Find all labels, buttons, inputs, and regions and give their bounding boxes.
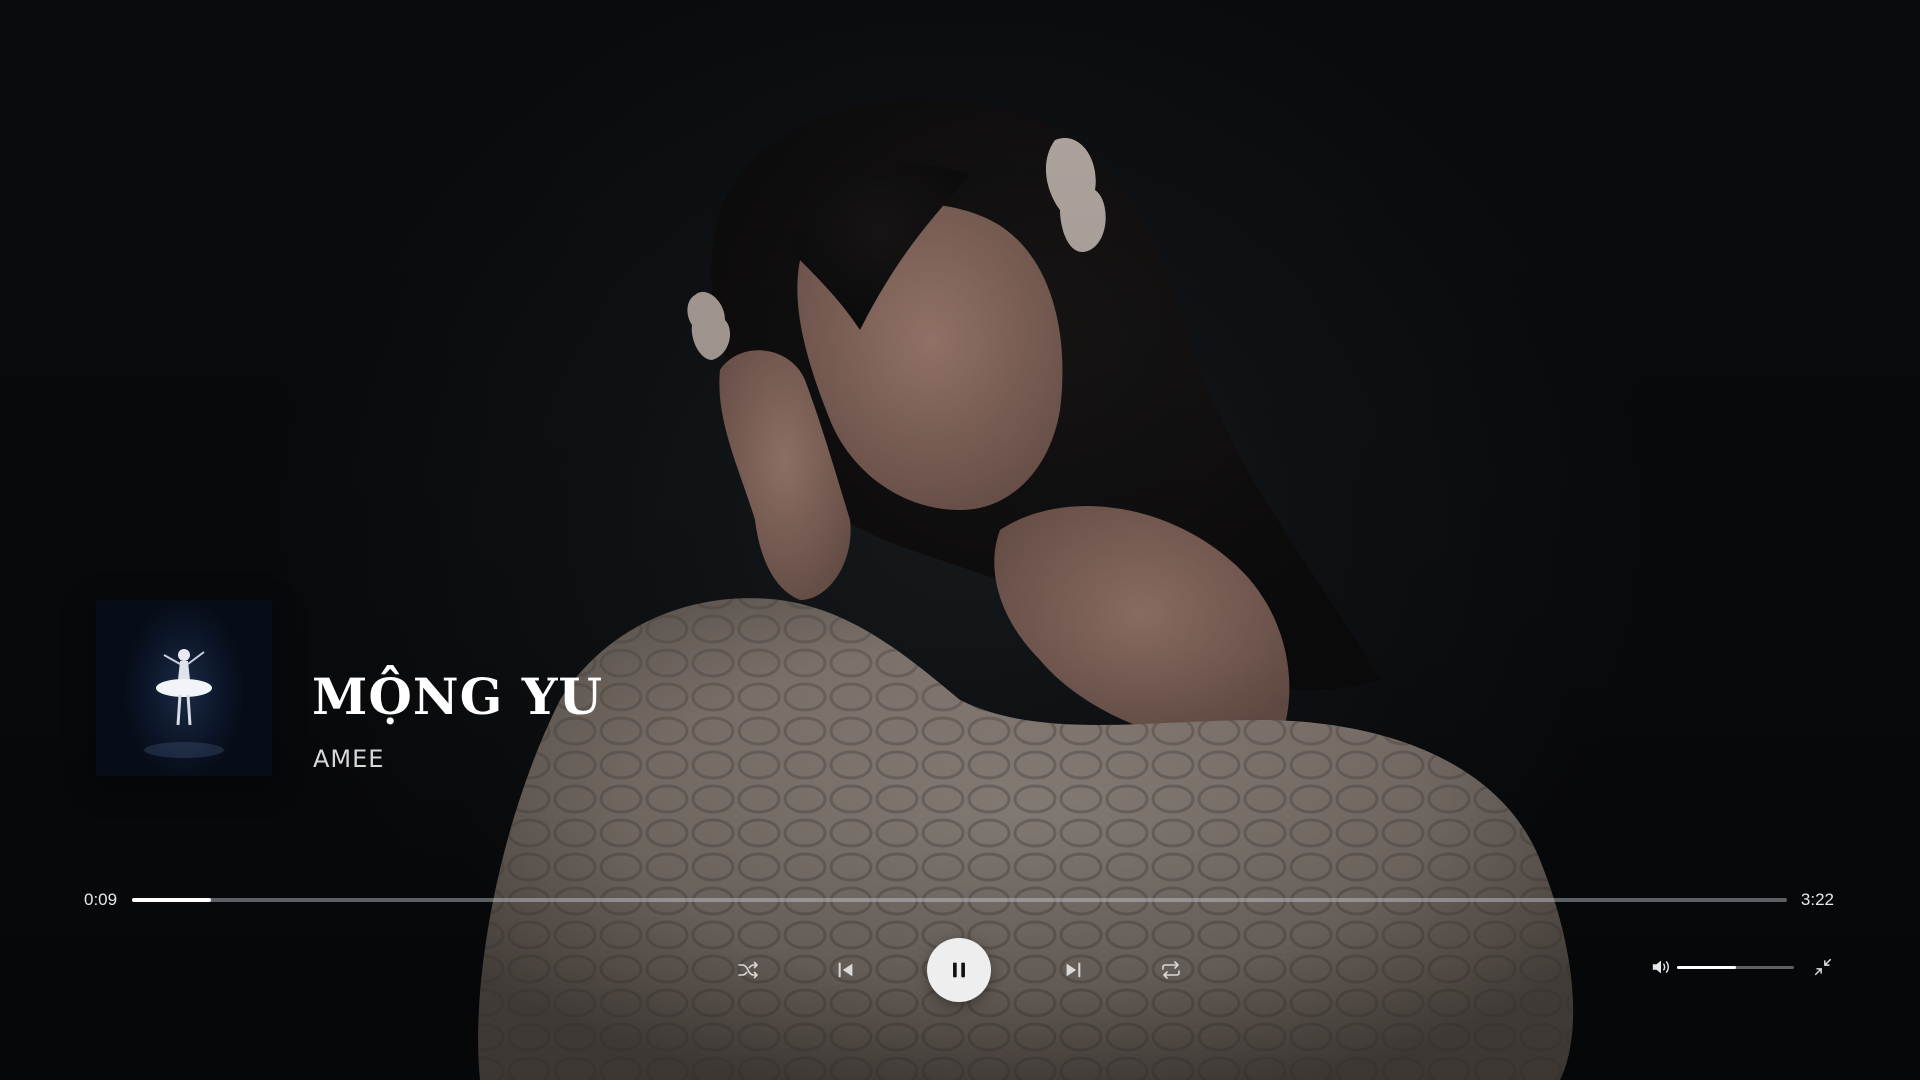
volume-slider[interactable] <box>1677 966 1794 969</box>
elapsed-time: 0:09 <box>84 890 118 909</box>
exit-fullscreen-icon <box>1814 958 1832 976</box>
repeat-button[interactable] <box>1151 950 1191 990</box>
total-time: 3:22 <box>1800 890 1834 909</box>
volume-slider-fill <box>1677 966 1736 969</box>
volume-icon <box>1652 960 1669 974</box>
exit-fullscreen-button[interactable] <box>1812 956 1836 980</box>
album-art[interactable] <box>96 600 272 776</box>
fullscreen-player: MỘNG YU AMEE 0:09 3:22 <box>0 0 1920 1080</box>
progress-bar-fill <box>132 898 212 902</box>
progress-bar[interactable] <box>132 898 1787 902</box>
next-button[interactable] <box>1053 950 1093 990</box>
track-artist[interactable]: AMEE <box>313 745 384 773</box>
previous-button[interactable] <box>826 950 866 990</box>
background-dim-overlay <box>0 0 1920 1080</box>
repeat-icon <box>1162 961 1180 979</box>
track-title: MỘNG YU <box>312 667 604 726</box>
shuffle-button[interactable] <box>728 950 768 990</box>
skip-previous-icon <box>838 962 853 978</box>
shuffle-icon <box>738 961 758 979</box>
skip-next-icon <box>1066 962 1081 978</box>
pause-button[interactable] <box>927 938 991 1002</box>
pause-icon <box>953 962 965 978</box>
ballerina-thumbnail <box>144 649 224 758</box>
volume-button[interactable] <box>1650 957 1674 977</box>
